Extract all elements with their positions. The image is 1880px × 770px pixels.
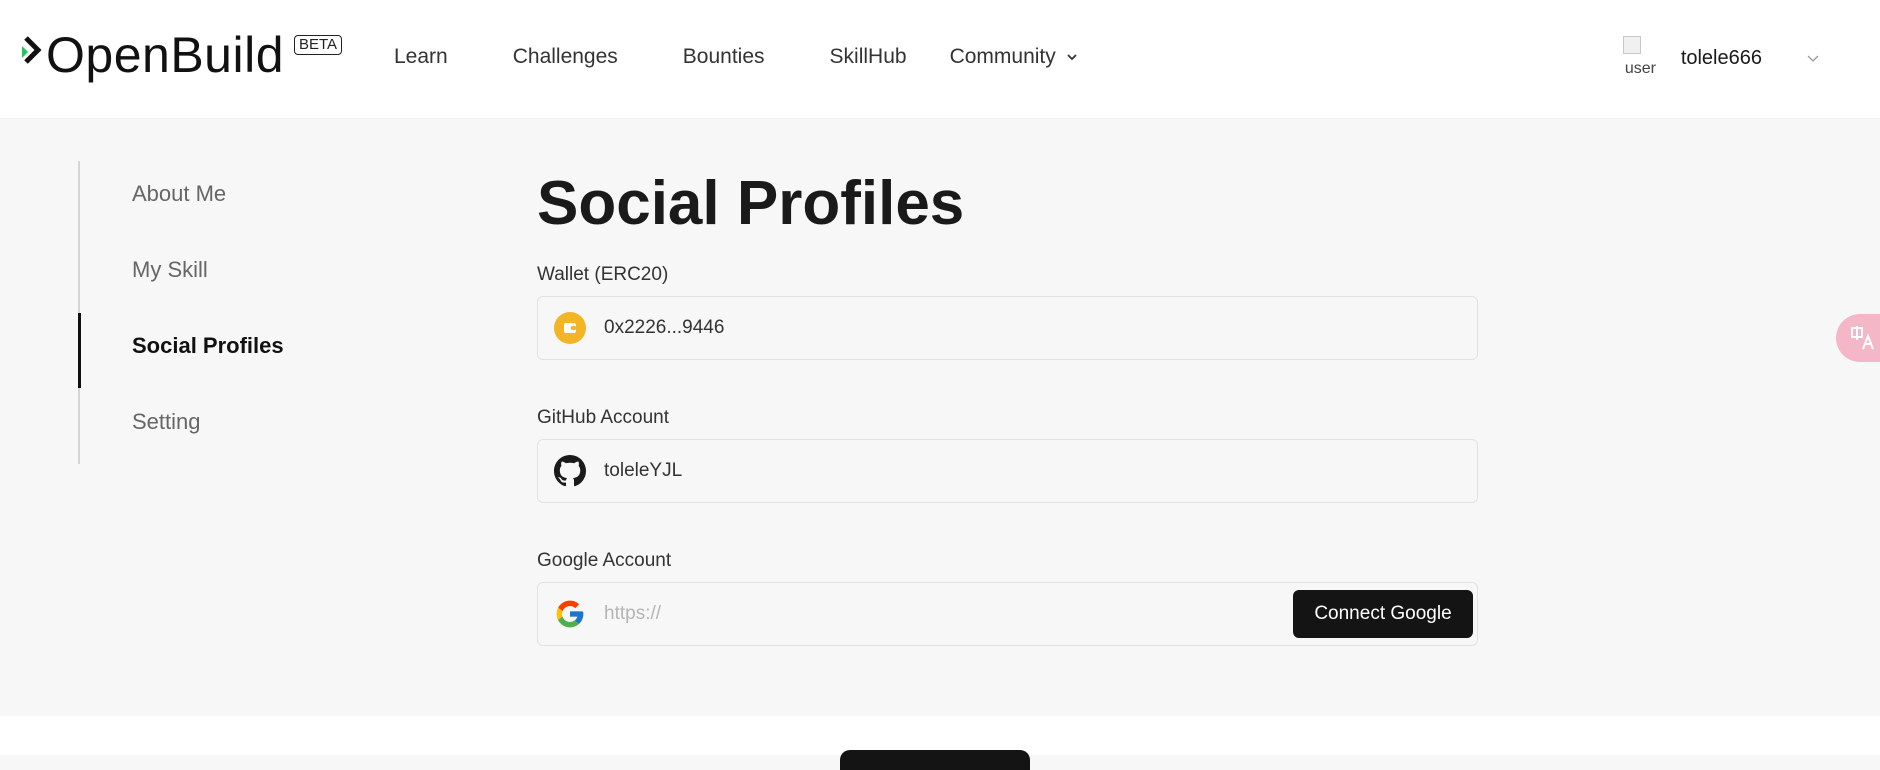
translate-button[interactable] (1836, 314, 1880, 362)
avatar[interactable]: user (1622, 36, 1661, 80)
google-label: Google Account (537, 550, 672, 571)
openbuild-logo[interactable]: OpenBuild BETA (18, 27, 343, 88)
beta-badge: BETA (294, 35, 343, 55)
avatar-alt-text: user (1624, 60, 1656, 77)
main-nav: Learn Challenges Bounties SkillHub Commu… (394, 0, 1143, 114)
wallet-label: Wallet (ERC20) (537, 264, 669, 285)
github-icon (554, 455, 586, 487)
github-username: toleleYJL (604, 460, 683, 481)
google-icon (554, 598, 586, 630)
github-field[interactable]: toleleYJL (537, 439, 1478, 503)
nav-community-dropdown[interactable]: Community (950, 45, 1078, 69)
page-title: Social Profiles (537, 169, 965, 238)
top-header: OpenBuild BETA Learn Challenges Bounties… (0, 0, 1880, 119)
chevron-down-icon (1067, 54, 1077, 61)
github-label: GitHub Account (537, 407, 670, 428)
sidebar-item-my-skill[interactable]: My Skill (132, 257, 208, 283)
username: tolele666 (1680, 46, 1762, 69)
wallet-address: 0x2226...9446 (604, 317, 725, 338)
sidebar-item-about-me[interactable]: About Me (132, 181, 226, 207)
connect-google-button[interactable]: Connect Google (1293, 590, 1473, 638)
translate-icon (1851, 326, 1874, 350)
sidebar-item-social-profiles[interactable]: Social Profiles (132, 333, 284, 359)
nav-community-label: Community (949, 45, 1056, 68)
wallet-icon (554, 312, 586, 344)
brand-name: OpenBuild (46, 27, 284, 83)
nav-learn[interactable]: Learn (394, 45, 448, 69)
sidebar-item-setting[interactable]: Setting (132, 409, 201, 435)
nav-challenges[interactable]: Challenges (513, 45, 618, 69)
nav-skillhub[interactable]: SkillHub (830, 45, 907, 69)
google-field: https:// Connect Google (537, 582, 1478, 646)
profile-sidebar: About Me My Skill Social Profiles Settin… (78, 161, 380, 464)
footer-area (0, 716, 1880, 770)
active-indicator (78, 313, 81, 388)
user-menu[interactable]: user tolele666 (1622, 36, 1820, 80)
save-button[interactable] (840, 750, 1030, 770)
wallet-field[interactable]: 0x2226...9446 (537, 296, 1478, 360)
broken-image-icon (1622, 36, 1641, 54)
openbuild-logo-icon (22, 36, 42, 64)
chevron-down-icon[interactable] (1806, 51, 1820, 65)
google-url-input[interactable]: https:// (604, 603, 661, 625)
nav-bounties[interactable]: Bounties (683, 45, 765, 69)
